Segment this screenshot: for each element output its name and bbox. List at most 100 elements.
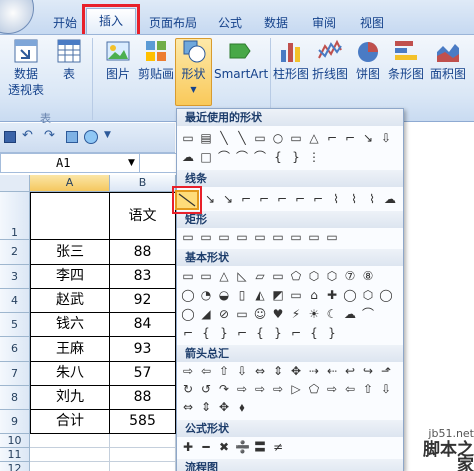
shape-option-icon[interactable]: ◢	[199, 307, 213, 321]
shape-option-icon[interactable]: ✚	[181, 440, 195, 454]
shape-option-icon[interactable]: {	[307, 326, 321, 340]
shape-option-icon[interactable]: ⇩	[379, 382, 393, 396]
tab-review[interactable]: 审阅	[304, 13, 344, 33]
tab-data[interactable]: 数据	[256, 13, 296, 33]
shape-option-icon[interactable]: ⌒	[361, 307, 375, 321]
shape-option-icon[interactable]: ⇢	[307, 364, 321, 378]
row-header[interactable]: 3	[0, 265, 30, 289]
shape-option-icon[interactable]: ◒	[217, 288, 231, 302]
pivot-table-button[interactable]: 数据 透视表	[4, 38, 48, 98]
cell-b[interactable]: 93	[110, 337, 176, 362]
shape-option-icon[interactable]: ▭	[307, 230, 321, 244]
shape-option-icon[interactable]: ☾	[325, 307, 339, 321]
shape-option-icon[interactable]: ◯	[343, 288, 357, 302]
shape-option-icon[interactable]: ◺	[235, 269, 249, 283]
redo-icon[interactable]: ↷	[44, 128, 55, 143]
cell-a[interactable]	[30, 434, 110, 448]
shape-option-icon[interactable]: ◩	[271, 288, 285, 302]
shape-option-icon[interactable]: ⇕	[199, 400, 213, 414]
shape-option-icon[interactable]: ↺	[199, 382, 213, 396]
shape-option-icon[interactable]: ⇕	[271, 364, 285, 378]
shape-option-icon[interactable]: ⇨	[325, 382, 339, 396]
row-header[interactable]: 4	[0, 289, 30, 313]
shape-option-icon[interactable]: ✥	[289, 364, 303, 378]
line-chart-button[interactable]: 折线图	[310, 38, 350, 82]
shape-option-icon[interactable]: ⚡	[289, 307, 303, 321]
shape-option-icon[interactable]: ⌐	[239, 192, 253, 206]
cell-b[interactable]: 585	[110, 410, 176, 434]
shape-option-icon[interactable]: ▯	[235, 288, 249, 302]
shape-option-icon[interactable]: ━	[199, 440, 213, 454]
shape-option-icon[interactable]: ⌐	[275, 192, 289, 206]
area-chart-button[interactable]: 面积图	[428, 38, 468, 82]
cell-a[interactable]: 张三	[30, 240, 110, 265]
shape-option-icon[interactable]: ▭	[289, 230, 303, 244]
shape-option-icon[interactable]: ⌐	[311, 192, 325, 206]
row-header[interactable]: 9	[0, 410, 30, 434]
cell-a[interactable]: 钱六	[30, 313, 110, 337]
shape-option-icon[interactable]: ⑦	[343, 269, 357, 283]
row-header[interactable]: 7	[0, 362, 30, 386]
shape-option-icon[interactable]: ↪	[361, 364, 375, 378]
shape-option-icon[interactable]: }	[289, 150, 303, 164]
cell-b[interactable]	[110, 462, 176, 471]
shape-option-icon[interactable]: ☁	[181, 150, 195, 164]
shape-option-icon[interactable]: ◯	[379, 288, 393, 302]
shape-option-icon[interactable]: ⑧	[361, 269, 375, 283]
shape-option-icon[interactable]: ⌐	[343, 131, 357, 145]
cell-b[interactable]: 92	[110, 289, 176, 313]
shape-option-icon[interactable]: ⬧	[235, 400, 249, 414]
shape-option-icon[interactable]: }	[217, 326, 231, 340]
shape-option-icon[interactable]: ⊘	[217, 307, 231, 321]
tab-formulas[interactable]: 公式	[210, 13, 250, 33]
bar-chart-button[interactable]: 条形图	[386, 38, 426, 82]
shape-option-icon[interactable]: ⇔	[181, 400, 195, 414]
shape-option-icon[interactable]: {	[253, 326, 267, 340]
row-header[interactable]: 8	[0, 386, 30, 410]
cell-b[interactable]: 83	[110, 265, 176, 289]
shape-option-icon[interactable]: ▭	[271, 230, 285, 244]
shape-option-icon[interactable]: ▭	[181, 269, 195, 283]
cell-a[interactable]: 王麻	[30, 337, 110, 362]
shape-option-icon[interactable]: ⌇	[347, 192, 361, 206]
shape-option-icon[interactable]: ♥	[271, 307, 285, 321]
shape-option-icon[interactable]: ↩	[343, 364, 357, 378]
shape-option-icon[interactable]: ▤	[199, 131, 213, 145]
cell-a[interactable]	[30, 448, 110, 462]
shape-option-icon[interactable]: ◯	[181, 288, 195, 302]
shape-option-icon[interactable]: ⇨	[253, 382, 267, 396]
shape-option-icon[interactable]: ⇧	[217, 364, 231, 378]
shape-option-icon[interactable]: ▭	[217, 230, 231, 244]
shape-option-icon[interactable]: }	[325, 326, 339, 340]
shape-option-icon[interactable]: ⌒	[253, 150, 267, 164]
shape-option-icon[interactable]: ☀	[307, 307, 321, 321]
shape-option-icon[interactable]: ⬠	[289, 269, 303, 283]
shape-option-icon[interactable]: ☺	[253, 307, 267, 321]
shape-option-icon[interactable]: ⌇	[329, 192, 343, 206]
shape-option-icon[interactable]: ⌂	[307, 288, 321, 302]
cell-b[interactable]: 88	[110, 240, 176, 265]
shape-option-icon[interactable]: ⌐	[325, 131, 339, 145]
shape-option-icon[interactable]: ⬡	[361, 288, 375, 302]
smartart-button[interactable]: SmartArt	[214, 38, 268, 82]
shape-option-icon[interactable]: ☁	[343, 307, 357, 321]
shape-option-icon[interactable]: ◭	[253, 288, 267, 302]
picture-button[interactable]: 图片	[102, 38, 134, 82]
shape-option-icon[interactable]: ◔	[199, 288, 213, 302]
column-header-a[interactable]: A	[30, 175, 110, 192]
shape-option-icon[interactable]: ⬡	[325, 269, 339, 283]
shape-option-icon[interactable]: ▭	[199, 269, 213, 283]
shape-option-icon[interactable]: ▭	[289, 131, 303, 145]
shape-option-icon[interactable]: ▷	[289, 382, 303, 396]
shape-option-icon[interactable]: ⋮	[307, 150, 321, 164]
shape-option-icon[interactable]: ⌒	[235, 150, 249, 164]
shape-option-icon[interactable]: ⌒	[217, 150, 231, 164]
tab-home[interactable]: 开始	[48, 13, 82, 33]
cell-b[interactable]: 84	[110, 313, 176, 337]
shape-option-icon[interactable]: ○	[271, 131, 285, 145]
cell-b[interactable]	[110, 434, 176, 448]
shape-option-icon[interactable]: ◯	[181, 307, 195, 321]
shape-option-icon[interactable]: ⇦	[199, 364, 213, 378]
shape-option-icon[interactable]: ↘	[221, 192, 235, 206]
shape-option-icon[interactable]: ⇨	[181, 364, 195, 378]
